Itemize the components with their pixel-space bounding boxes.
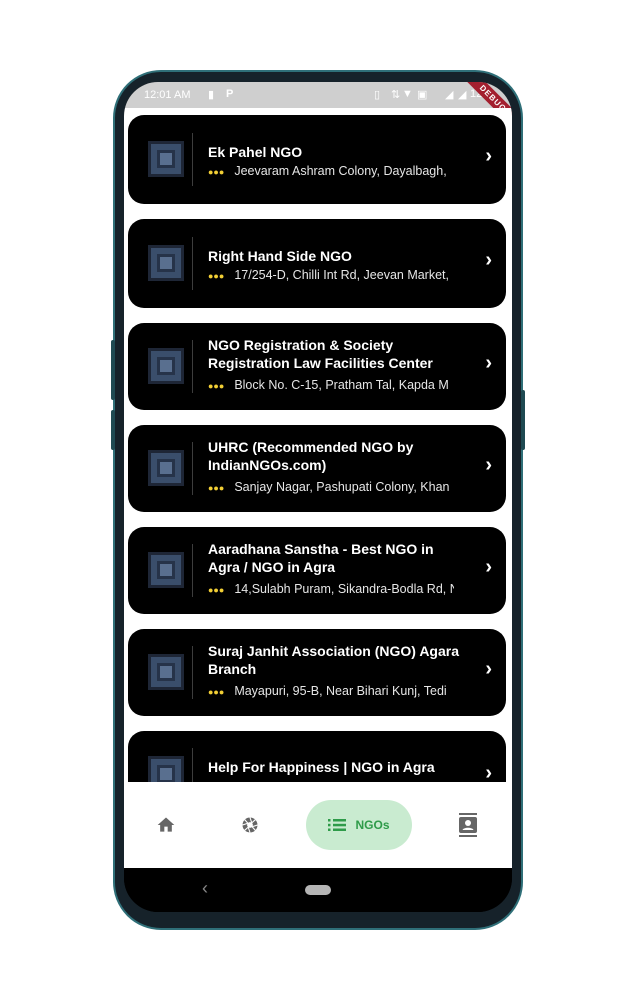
chevron-right-icon[interactable]: ›: [485, 249, 492, 272]
location-dots-icon: ●●●: [208, 686, 225, 697]
list-icon: [328, 819, 347, 831]
ngo-card[interactable]: Right Hand Side NGO ●●● 17/254-D, Chilli …: [128, 219, 506, 308]
ngo-card[interactable]: Aaradhana Sanstha - Best NGO in Agra / N…: [128, 527, 506, 614]
signal-box-icon: ▣: [417, 89, 428, 101]
ngo-address-text: 14,Sulabh Puram, Sikandra-Bodla Rd, N: [234, 582, 454, 596]
screen: 12:01 AM ▮ P ▯ ⇅ ▼ ▣ ◢ ◢ 12% DEBUG Ek Pa…: [124, 82, 512, 912]
ngo-card[interactable]: UHRC (Recommended NGO by IndianNGOs.com)…: [128, 425, 506, 512]
back-icon[interactable]: ‹: [202, 878, 208, 899]
ngo-logo-icon: [148, 450, 184, 486]
location-dots-icon: ●●●: [208, 166, 225, 177]
ngo-name: Aaradhana Sanstha - Best NGO in Agra / N…: [208, 541, 434, 575]
ngo-logo-icon: [148, 348, 184, 384]
ngo-address: ●●● 14,Sulabh Puram, Sikandra-Bodla Rd, N: [208, 582, 454, 596]
ngo-logo-icon: [148, 756, 184, 782]
ngo-address: ●●● Block No. C-15, Pratham Tal, Kapda M: [208, 378, 454, 392]
ngo-card[interactable]: Suraj Janhit Association (NGO) Agara Bra…: [128, 629, 506, 716]
ngo-address: ●●● Mayapuri, 95-B, Near Bihari Kunj, Ted…: [208, 684, 454, 698]
card-divider: [192, 544, 193, 597]
ngo-name: Ek Pahel NGO: [208, 144, 303, 160]
chevron-right-icon[interactable]: ›: [485, 658, 492, 681]
location-dots-icon: ●●●: [208, 270, 225, 281]
home-icon: [157, 817, 175, 832]
card-divider: [192, 340, 193, 393]
ngo-address: ●●● Sanjay Nagar, Pashupati Colony, Khan: [208, 480, 454, 494]
ngo-address-text: 17/254-D, Chilli Int Rd, Jeevan Market,: [234, 268, 449, 282]
location-dots-icon: ●●●: [208, 482, 225, 493]
ngo-name: Help For Happiness | NGO in Agra: [208, 759, 435, 775]
home-pill-icon[interactable]: [305, 885, 331, 895]
card-divider: [192, 237, 193, 290]
cellular-icon: ◢: [458, 89, 467, 101]
card-divider: [192, 748, 193, 782]
nav-ngos[interactable]: NGOs: [306, 800, 412, 850]
battery-saver-icon: ▮: [208, 89, 215, 101]
aperture-icon: [242, 817, 258, 833]
ngo-logo-icon: [148, 654, 184, 690]
location-dots-icon: ●●●: [208, 584, 225, 595]
power-button: [521, 390, 525, 450]
signal-icon: ◢: [445, 89, 454, 101]
ngo-address-text: Jeevaram Ashram Colony, Dayalbagh,: [234, 164, 447, 178]
side-button: [111, 340, 115, 400]
ngo-address-text: Mayapuri, 95-B, Near Bihari Kunj, Tedi: [234, 684, 447, 698]
vibrate-icon: ▯: [374, 89, 381, 101]
nav-camera[interactable]: [230, 800, 270, 850]
bottom-nav: NGOs: [124, 782, 512, 868]
ngo-name: NGO Registration & Society Registration …: [208, 337, 433, 371]
ngo-list[interactable]: Ek Pahel NGO ●●● Jeevaram Ashram Colony, …: [124, 108, 512, 782]
volume-button: [111, 410, 115, 450]
location-dots-icon: ●●●: [208, 380, 225, 391]
contact-icon: [459, 813, 477, 837]
card-divider: [192, 442, 193, 495]
ngo-card[interactable]: NGO Registration & Society Registration …: [128, 323, 506, 410]
ngo-name: Suraj Janhit Association (NGO) Agara Bra…: [208, 643, 460, 677]
chevron-right-icon[interactable]: ›: [485, 145, 492, 168]
nav-contacts[interactable]: [448, 800, 488, 850]
nav-home[interactable]: [146, 800, 186, 850]
data-arrows-icon: ⇅: [391, 89, 401, 101]
ngo-address: ●●● 17/254-D, Chilli Int Rd, Jeevan Marke…: [208, 268, 454, 282]
ngo-name: Right Hand Side NGO: [208, 248, 352, 264]
nav-ngos-label: NGOs: [355, 818, 390, 832]
wifi-icon: ▼: [402, 88, 413, 100]
card-divider: [192, 133, 193, 186]
ngo-address-text: Block No. C-15, Pratham Tal, Kapda M: [234, 378, 449, 392]
ngo-card[interactable]: Ek Pahel NGO ●●● Jeevaram Ashram Colony, …: [128, 115, 506, 204]
status-time: 12:01 AM: [144, 89, 191, 101]
status-bar: 12:01 AM ▮ P ▯ ⇅ ▼ ▣ ◢ ◢ 12% DEBUG: [124, 82, 512, 135]
chevron-right-icon[interactable]: ›: [485, 454, 492, 477]
system-nav-bar: ‹: [124, 868, 512, 912]
ngo-logo-icon: [148, 552, 184, 588]
ngo-logo-icon: [148, 141, 184, 177]
ngo-address: ●●● Jeevaram Ashram Colony, Dayalbagh,: [208, 164, 454, 178]
card-divider: [192, 646, 193, 699]
chevron-right-icon[interactable]: ›: [485, 762, 492, 782]
parking-icon: P: [226, 88, 234, 100]
ngo-card[interactable]: Help For Happiness | NGO in Agra ›: [128, 731, 506, 782]
ngo-name: UHRC (Recommended NGO by IndianNGOs.com): [208, 439, 414, 473]
ngo-address-text: Sanjay Nagar, Pashupati Colony, Khan: [234, 480, 450, 494]
chevron-right-icon[interactable]: ›: [485, 556, 492, 579]
ngo-logo-icon: [148, 245, 184, 281]
chevron-right-icon[interactable]: ›: [485, 352, 492, 375]
